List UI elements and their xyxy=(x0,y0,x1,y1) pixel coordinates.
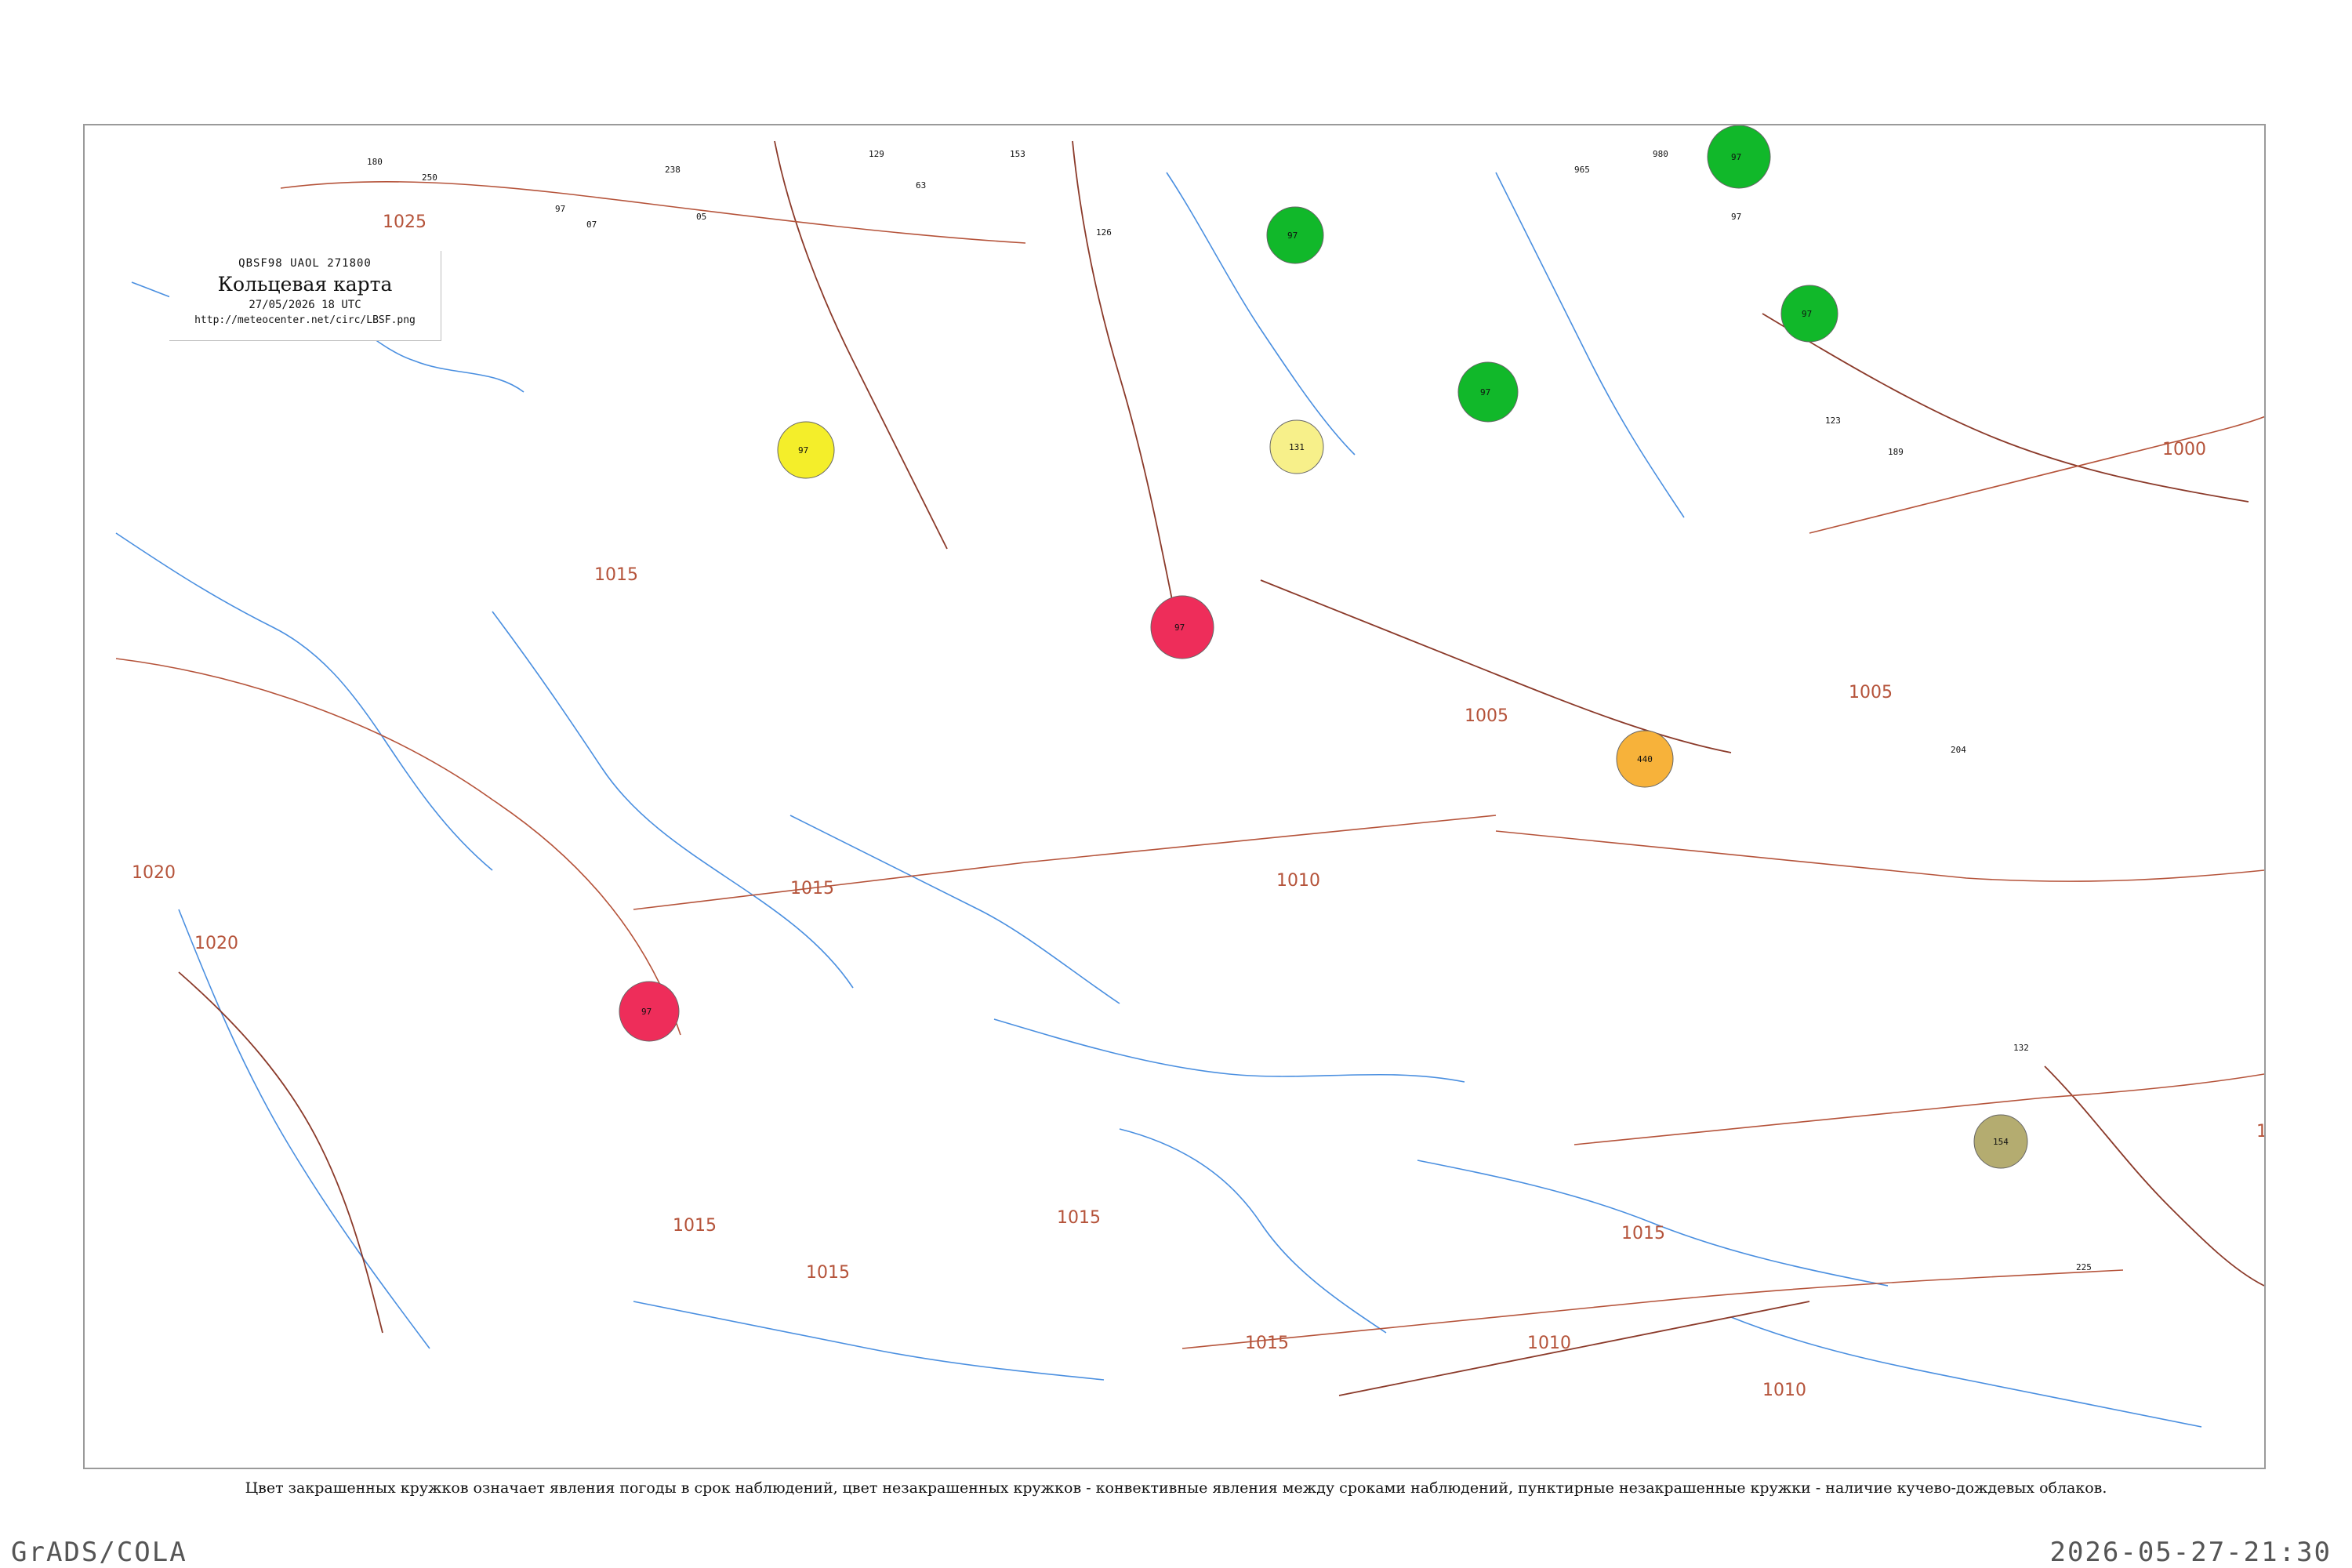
marker-value: 154 xyxy=(1993,1137,2009,1147)
isobar-label: 1010 xyxy=(1276,871,1320,891)
marker-value: 97 xyxy=(798,445,808,456)
station-value: 189 xyxy=(1888,447,1904,457)
isobar-label: 1015 xyxy=(673,1216,717,1236)
isobar-label: 1015 xyxy=(1057,1208,1101,1228)
haze-marker: 440 xyxy=(1616,730,1674,788)
thunderstorm-marker: 97 xyxy=(1150,595,1214,659)
isobars xyxy=(115,180,2264,1349)
isobar-label: 1010 xyxy=(1527,1334,1571,1353)
station-value: 132 xyxy=(2013,1043,2029,1053)
coastlines xyxy=(115,172,2202,1428)
rain-marker: 97 xyxy=(1707,125,1771,189)
station-value: 180 xyxy=(367,157,383,167)
isobar-label: 1025 xyxy=(383,212,426,232)
map-url: http://meteocenter.net/circ/LBSF.png xyxy=(194,314,416,326)
marker-value: 97 xyxy=(1480,387,1490,397)
station-value: 238 xyxy=(665,165,681,175)
synoptic-map: 1025 1020 1020 1015 1015 1015 1015 1015 1015 1010… xyxy=(83,124,2266,1469)
borders xyxy=(178,140,2264,1396)
map-header: QBSF98 UAOL 271800 Кольцевая карта 27/05… xyxy=(169,251,441,341)
weather-markers: 97 97 97 97 97 97 97 131 440 154 xyxy=(619,125,2028,1169)
station-value: 225 xyxy=(2076,1262,2092,1272)
footer-timestamp: 2026-05-27-21:30 xyxy=(2049,1537,2332,1568)
station-value: 97 xyxy=(555,204,565,214)
isobar-label: 1010 xyxy=(2256,1122,2266,1142)
marker-value: 97 xyxy=(1731,152,1741,162)
rain-marker: 97 xyxy=(1457,361,1519,423)
map-title: Кольцевая карта xyxy=(217,273,393,296)
marker-value: 440 xyxy=(1637,754,1653,764)
marker-value: 131 xyxy=(1289,442,1305,452)
station-value: 126 xyxy=(1096,227,1112,238)
rain-marker: 97 xyxy=(1780,285,1838,343)
station-value: 05 xyxy=(696,212,706,222)
marker-value: 97 xyxy=(641,1007,652,1017)
map-date: 27/05/2026 18 UTC xyxy=(249,299,361,311)
isobar-label: 1015 xyxy=(806,1263,850,1283)
rain-marker: 97 xyxy=(1266,206,1324,264)
isobar-label: 1010 xyxy=(1762,1381,1806,1400)
marker-value: 97 xyxy=(1287,230,1298,241)
station-value: 153 xyxy=(1010,149,1025,159)
station-value: 129 xyxy=(869,149,884,159)
isobar-label: 1020 xyxy=(194,934,238,953)
isobar-label: 1015 xyxy=(1245,1334,1289,1353)
station-value: 63 xyxy=(916,180,926,191)
isobar-label: 1015 xyxy=(790,879,834,898)
station-value: 204 xyxy=(1951,745,1966,755)
station-value: 97 xyxy=(1731,212,1741,222)
isobar-label: 1015 xyxy=(594,565,638,585)
station-value: 123 xyxy=(1825,416,1841,426)
legend-caption: Цвет закрашенных кружков означает явлени… xyxy=(245,1479,2107,1497)
showers-marker: 97 xyxy=(777,421,835,479)
isobar-label: 1005 xyxy=(1849,683,1893,702)
footer-software-label: GrADS/COLA xyxy=(11,1537,187,1568)
station-value: 07 xyxy=(586,220,597,230)
fog-marker: 131 xyxy=(1269,419,1324,474)
dust-marker: 154 xyxy=(1973,1114,2028,1169)
station-value: 980 xyxy=(1653,149,1668,159)
isobar-label: 1005 xyxy=(1465,706,1508,726)
isobar-label: 1015 xyxy=(1621,1224,1665,1243)
header-code: QBSF98 UAOL 271800 xyxy=(238,257,372,270)
thunderstorm-marker: 97 xyxy=(619,981,680,1042)
isobar-label: 1000 xyxy=(2162,440,2206,459)
station-value: 250 xyxy=(422,172,437,183)
isobar-label: 1020 xyxy=(132,863,176,883)
isobar-labels: 1025 1020 1020 1015 1015 1015 1015 1015 1015 1010… xyxy=(132,212,2266,1400)
marker-value: 97 xyxy=(1802,309,1812,319)
marker-value: 97 xyxy=(1174,622,1185,633)
station-value: 965 xyxy=(1574,165,1590,175)
